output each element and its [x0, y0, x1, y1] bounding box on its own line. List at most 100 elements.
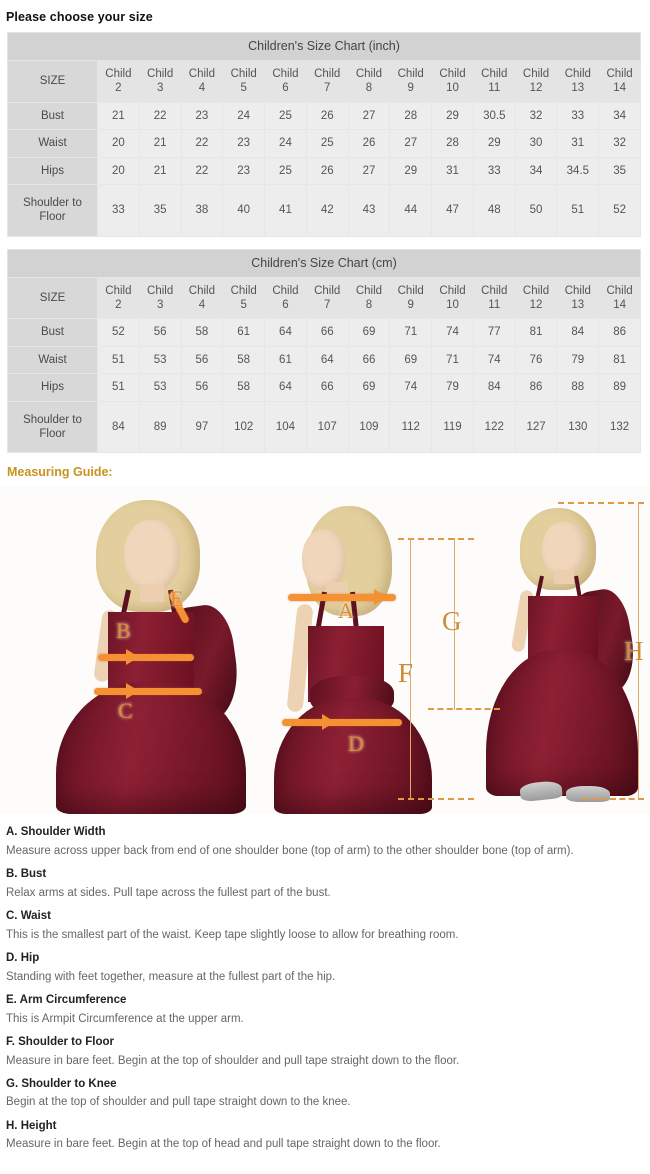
table-cell: 41 — [264, 183, 307, 237]
column-header-child-4: Child 4 — [180, 276, 224, 320]
table-cell: 42 — [305, 183, 349, 237]
table-cell: 51 — [97, 345, 140, 375]
table-cell: 26 — [305, 156, 349, 185]
guide-term: A. Shoulder Width — [6, 826, 106, 839]
table-header-row: SIZE Child 2 Child 3 Child 4 Child 5 Child 6 … — [7, 276, 641, 320]
table-cell: 28 — [431, 129, 474, 158]
table-cell: 122 — [472, 400, 516, 454]
table-header-row: SIZE Child 2 Child 3 Child 4 Child 5 Child 6 … — [7, 60, 641, 103]
table-cell: 23 — [222, 129, 266, 158]
column-header-child-9: Child 9 — [389, 60, 433, 103]
table-cell: 20 — [97, 129, 140, 158]
table-cell: 43 — [347, 183, 391, 237]
row-header: Waist — [7, 345, 98, 375]
guide-description: This is Armpit Circumference at the uppe… — [6, 1012, 244, 1025]
dash-floor-level-h — [582, 798, 644, 801]
table-cell: 66 — [305, 373, 349, 402]
column-header-child-11: Child 11 — [472, 276, 516, 320]
table-title-inch: Children's Size Chart (inch) — [7, 32, 641, 60]
table-cell: 22 — [138, 101, 182, 131]
table-cell: 69 — [389, 345, 433, 375]
neck — [140, 584, 164, 603]
column-header-child-11: Child 11 — [472, 60, 516, 103]
table-cell: 77 — [472, 318, 516, 347]
row-header: Shoulder to Floor — [7, 400, 98, 454]
row-header: Hips — [7, 373, 98, 402]
table-head-inch: SIZE Child 2 Child 3 Child 4 Child 5 Child 6 … — [7, 60, 641, 103]
table-cell: 25 — [264, 156, 307, 185]
row-header: Bust — [7, 101, 98, 131]
guide-description: Begin at the top of shoulder and pull ta… — [6, 1096, 351, 1109]
tape-bust — [98, 654, 194, 662]
column-header-child-13: Child 13 — [556, 60, 600, 103]
table-cell: 84 — [472, 373, 516, 402]
row-header: Waist — [7, 129, 98, 158]
guide-description: Standing with feet together, measure at … — [6, 970, 336, 983]
guide-description: Measure across upper back from end of on… — [6, 844, 574, 857]
table-cell: 79 — [556, 345, 600, 375]
table-cell: 66 — [305, 318, 349, 347]
table-cell: 64 — [305, 345, 349, 375]
face — [302, 530, 346, 591]
table-cell: 51 — [556, 183, 600, 237]
table-cell: 30.5 — [472, 101, 516, 131]
tape-shoulder-arrowhead — [374, 589, 387, 606]
size-chart-cm: Children's Size Chart (cm) SIZE Child 2 C… — [7, 248, 641, 454]
guide-description: Measure in bare feet. Begin at the top o… — [6, 1138, 441, 1151]
figure-full-length: F G H — [398, 486, 650, 814]
guide-term: E. Arm Circumference — [6, 993, 127, 1006]
table-cell: 127 — [514, 400, 558, 454]
guide-description: Relax arms at sides. Pull tape across th… — [6, 886, 331, 899]
column-header-size: SIZE — [7, 276, 98, 320]
column-header-child-6: Child 6 — [264, 60, 307, 103]
table-cell: 27 — [347, 156, 391, 185]
table-cell: 86 — [598, 318, 641, 347]
table-cell: 25 — [305, 129, 349, 158]
table-cell: 66 — [347, 345, 391, 375]
table-row: Shoulder to Floor 33 35 38 40 41 42 43 44 47 48 50 5… — [7, 183, 641, 237]
table-cell: 71 — [389, 318, 433, 347]
column-header-child-4: Child 4 — [180, 60, 224, 103]
column-header-child-3: Child 3 — [138, 60, 182, 103]
table-cell: 30 — [514, 129, 558, 158]
table-cell: 64 — [264, 373, 307, 402]
marker-f: F — [398, 658, 414, 689]
table-cell: 61 — [264, 345, 307, 375]
table-cell: 34 — [598, 101, 641, 131]
column-header-child-9: Child 9 — [389, 276, 433, 320]
table-cell: 61 — [222, 318, 266, 347]
table-row: Waist 20 21 22 23 24 25 26 27 28 29 30 31 32 — [7, 129, 641, 158]
table-cell: 97 — [180, 400, 224, 454]
table-cell: 102 — [222, 400, 266, 454]
measuring-guide-list: A. Shoulder Width Measure across upper ba… — [0, 814, 650, 1173]
column-header-child-12: Child 12 — [514, 60, 558, 103]
table-cell: 21 — [138, 129, 182, 158]
table-row: Bust 21 22 23 24 25 26 27 28 29 30.5 32 33 34 — [7, 101, 641, 131]
dash-knee-level-g — [428, 708, 500, 711]
table-cell: 26 — [347, 129, 391, 158]
table-cell: 26 — [305, 101, 349, 131]
guide-term: B. Bust — [6, 868, 47, 881]
table-cell: 29 — [389, 156, 433, 185]
table-cell: 79 — [431, 373, 474, 402]
column-header-child-2: Child 2 — [97, 276, 140, 320]
table-cell: 22 — [180, 156, 224, 185]
table-cell: 81 — [514, 318, 558, 347]
table-cell: 84 — [97, 400, 140, 454]
tape-hip — [282, 719, 402, 727]
table-cell: 64 — [264, 318, 307, 347]
table-cell: 58 — [222, 373, 266, 402]
measuring-illustration: B C E A D F G H — [0, 486, 650, 815]
table-head-cm: SIZE Child 2 Child 3 Child 4 Child 5 Child 6 … — [7, 276, 641, 320]
table-cell: 112 — [389, 400, 433, 454]
table-cell: 74 — [431, 318, 474, 347]
table-cell: 47 — [431, 183, 474, 237]
table-cell: 28 — [389, 101, 433, 131]
table-cell: 109 — [347, 400, 391, 454]
column-header-child-14: Child 14 — [598, 60, 641, 103]
table-cell: 33 — [556, 101, 600, 131]
table-cell: 69 — [347, 318, 391, 347]
table-cell: 21 — [138, 156, 182, 185]
table-cell: 31 — [556, 129, 600, 158]
table-cell: 40 — [222, 183, 266, 237]
